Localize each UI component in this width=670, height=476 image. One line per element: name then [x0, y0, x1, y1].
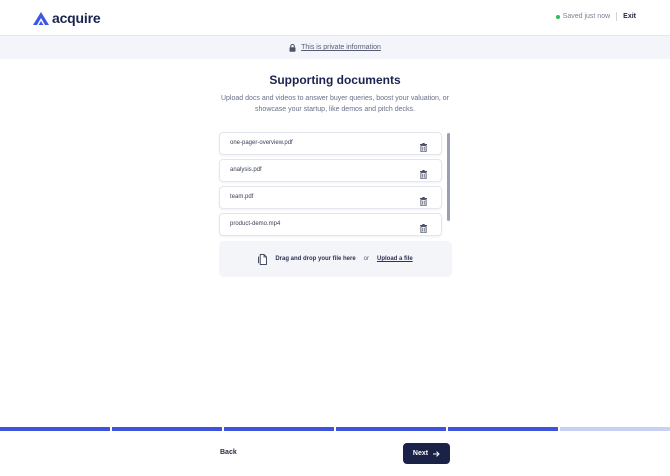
step-progress-bar	[0, 427, 670, 431]
saved-status-dot-icon	[555, 14, 560, 19]
file-item: analysis.pdf	[219, 159, 442, 182]
file-name: one-pager-overview.pdf	[230, 140, 293, 146]
exit-button[interactable]: Exit	[623, 13, 636, 20]
trash-icon[interactable]	[420, 139, 427, 157]
progress-step-5	[448, 427, 558, 431]
file-item: team.pdf	[219, 186, 442, 209]
progress-step-6	[560, 427, 670, 431]
file-item: product-demo.mp4	[219, 213, 442, 236]
dropzone-instruction: Drag and drop your file here	[275, 256, 356, 262]
file-item: one-pager-overview.pdf	[219, 132, 442, 155]
trash-icon[interactable]	[420, 193, 427, 211]
progress-step-1	[0, 427, 110, 431]
private-information-link[interactable]: This is private information	[301, 44, 381, 51]
upload-file-link[interactable]: Upload a file	[377, 256, 413, 262]
logo-wordmark: acquire	[52, 10, 101, 26]
file-name: product-demo.mp4	[230, 221, 281, 227]
file-dropzone[interactable]: Drag and drop your file here or Upload a…	[219, 241, 452, 277]
page-title: Supporting documents	[269, 73, 401, 87]
lock-icon	[289, 43, 296, 52]
file-list-scrollbar[interactable]	[447, 133, 450, 221]
trash-icon[interactable]	[420, 220, 427, 238]
header-divider	[616, 12, 618, 21]
acquire-logo-icon	[33, 11, 49, 25]
page-subtitle: Upload docs and videos to answer buyer q…	[220, 95, 450, 113]
file-name: team.pdf	[230, 194, 254, 200]
progress-step-4	[336, 427, 446, 431]
back-button[interactable]: Back	[220, 449, 237, 456]
top-header: acquire Saved just now Exit	[0, 0, 670, 36]
trash-icon[interactable]	[420, 166, 427, 184]
file-upload-icon	[258, 253, 268, 265]
saved-status-text: Saved just now	[562, 13, 611, 20]
next-button[interactable]: Next	[403, 443, 450, 464]
dropzone-or: or	[363, 256, 370, 262]
uploaded-file-list: one-pager-overview.pdf analysis.pdf team…	[219, 132, 452, 236]
progress-step-3	[224, 427, 334, 431]
privacy-banner: This is private information	[0, 36, 670, 59]
arrow-right-icon	[433, 450, 440, 457]
progress-step-2	[112, 427, 222, 431]
file-name: analysis.pdf	[230, 167, 262, 173]
next-button-label: Next	[412, 450, 429, 457]
acquire-logo[interactable]: acquire	[33, 10, 101, 26]
save-status: Saved just now Exit	[555, 12, 636, 21]
